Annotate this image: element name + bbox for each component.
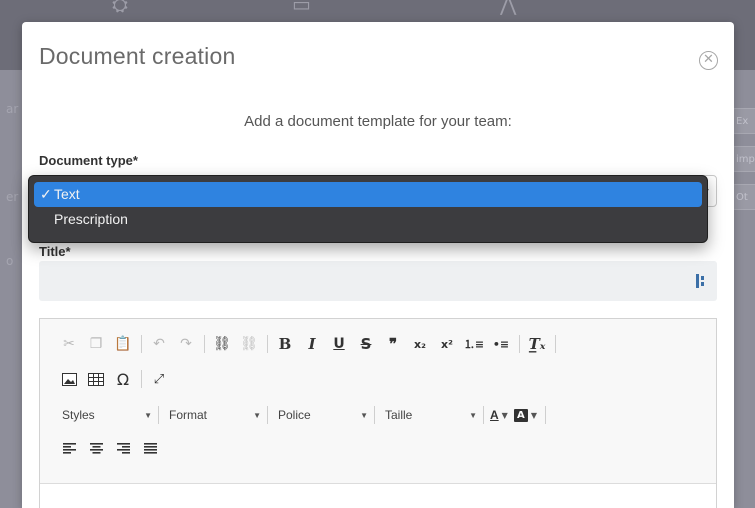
toolbar-separator	[141, 335, 142, 353]
copy-icon[interactable]: ❐	[85, 333, 107, 355]
bg-nav-icon: ⛭	[112, 0, 128, 16]
document-creation-modal: Document creation ✕ Add a document templ…	[22, 22, 734, 508]
chevron-down-icon: ▼	[530, 410, 537, 420]
align-center-icon[interactable]	[85, 437, 107, 459]
bg-side-letter-2: er	[6, 190, 19, 204]
redo-icon[interactable]: ↷	[175, 333, 197, 355]
bg-color-button[interactable]: A ▼	[513, 404, 537, 426]
dropdown-option-label: Text	[54, 186, 80, 202]
toolbar-separator	[374, 406, 375, 424]
bg-field-imp: imp	[731, 146, 755, 172]
toolbar-row-2: Ω ⤢	[58, 368, 175, 390]
title-label: Title*	[39, 244, 71, 259]
bg-field-ot: Ot	[731, 184, 755, 210]
format-combo-label: Format	[169, 408, 208, 422]
modal-subtitle: Add a document template for your team:	[244, 113, 512, 130]
chevron-down-icon: ▼	[144, 410, 152, 420]
subscript-icon[interactable]: x₂	[409, 333, 431, 355]
styles-combo-label: Styles	[62, 408, 95, 422]
modal-title: Document creation	[39, 43, 236, 69]
rich-text-editor: ✂ ❐ 📋 ↶ ↷ ⛓ ⛓ B I U S ❞ x₂ x² ⒈≡ •≡ T̲ₓ	[39, 318, 717, 508]
underline-icon[interactable]: U	[328, 333, 350, 355]
bold-icon[interactable]: B	[274, 333, 296, 355]
bg-chart-icon: ⋀	[500, 0, 517, 16]
unlink-icon[interactable]: ⛓	[238, 333, 260, 355]
document-type-label: Document type*	[39, 153, 138, 168]
document-type-dropdown: ✓ Text Prescription	[28, 175, 708, 243]
cut-icon[interactable]: ✂	[58, 333, 80, 355]
password-manager-icon[interactable]	[695, 273, 707, 289]
link-icon[interactable]: ⛓	[211, 333, 233, 355]
chevron-down-icon: ▼	[360, 410, 368, 420]
toolbar-separator	[141, 370, 142, 388]
checkmark-icon: ✓	[40, 186, 52, 202]
justify-icon[interactable]	[139, 437, 161, 459]
dropdown-option-text[interactable]: ✓ Text	[34, 182, 702, 207]
toolbar-separator	[519, 335, 520, 353]
italic-icon[interactable]: I	[301, 333, 323, 355]
toolbar-separator	[158, 406, 159, 424]
toolbar-row-4	[58, 437, 166, 459]
toolbar-separator	[483, 406, 484, 424]
bg-side-letter-1: ar	[6, 102, 19, 116]
toolbar-row-3: Styles ▼ Format ▼ Police ▼ Taille ▼ A ▼ A ▼	[58, 404, 552, 426]
table-icon[interactable]	[85, 368, 107, 390]
font-combo[interactable]: Police ▼	[274, 404, 372, 426]
maximize-icon[interactable]: ⤢	[148, 368, 170, 390]
bulleted-list-icon[interactable]: •≡	[490, 333, 512, 355]
text-color-button[interactable]: A ▼	[490, 404, 508, 426]
chevron-down-icon: ▼	[469, 410, 477, 420]
bg-field-ex: Ex	[731, 108, 755, 134]
chevron-down-icon: ▼	[501, 410, 508, 420]
superscript-icon[interactable]: x²	[436, 333, 458, 355]
dropdown-option-prescription[interactable]: Prescription	[34, 207, 702, 232]
toolbar-separator	[204, 335, 205, 353]
size-combo[interactable]: Taille ▼	[381, 404, 481, 426]
title-input[interactable]	[39, 261, 717, 301]
editor-content-area[interactable]	[40, 483, 716, 508]
toolbar-separator	[544, 406, 546, 424]
bg-side-letter-3: o	[6, 254, 14, 268]
align-left-icon[interactable]	[58, 437, 80, 459]
toolbar-separator	[267, 406, 268, 424]
numbered-list-icon[interactable]: ⒈≡	[463, 333, 485, 355]
bg-chat-icon: ▭	[292, 0, 311, 16]
bg-color-icon: A	[513, 408, 528, 422]
paste-icon[interactable]: 📋	[112, 333, 134, 355]
special-char-icon[interactable]: Ω	[112, 368, 134, 390]
dropdown-option-label: Prescription	[54, 211, 128, 227]
strike-icon[interactable]: S	[355, 333, 377, 355]
quote-icon[interactable]: ❞	[382, 333, 404, 355]
chevron-down-icon: ▼	[253, 410, 261, 420]
font-combo-label: Police	[278, 408, 311, 422]
undo-icon[interactable]: ↶	[148, 333, 170, 355]
image-icon[interactable]	[58, 368, 80, 390]
close-icon[interactable]: ✕	[699, 51, 718, 70]
toolbar-separator	[267, 335, 268, 353]
align-right-icon[interactable]	[112, 437, 134, 459]
toolbar-row-1: ✂ ❐ 📋 ↶ ↷ ⛓ ⛓ B I U S ❞ x₂ x² ⒈≡ •≡ T̲ₓ	[58, 333, 562, 355]
styles-combo[interactable]: Styles ▼	[58, 404, 156, 426]
toolbar-separator	[555, 335, 556, 353]
format-combo[interactable]: Format ▼	[165, 404, 265, 426]
text-color-icon: A	[490, 408, 499, 422]
remove-format-icon[interactable]: T̲ₓ	[526, 333, 548, 355]
size-combo-label: Taille	[385, 408, 413, 422]
